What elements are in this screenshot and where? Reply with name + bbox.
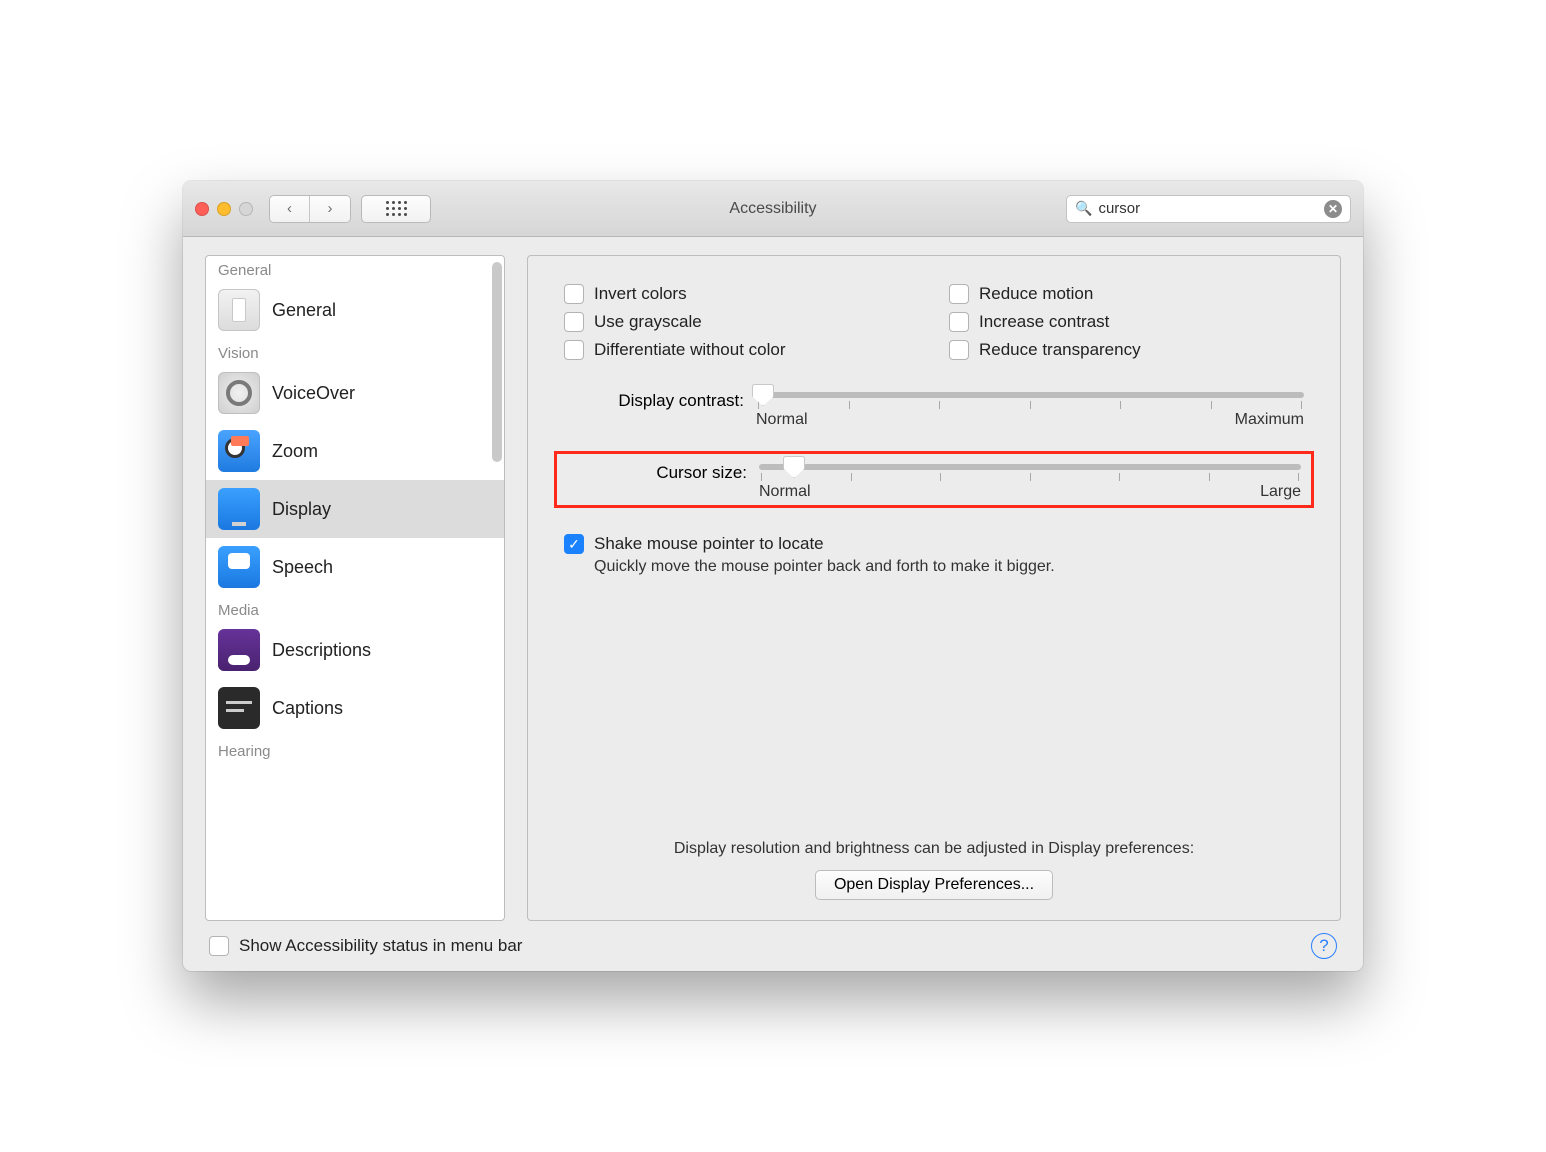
- sidebar-section-media: Media: [206, 596, 504, 621]
- footer: Show Accessibility status in menu bar ?: [205, 921, 1341, 959]
- search-icon: 🔍: [1075, 200, 1092, 217]
- checkbox-box: ✓: [564, 534, 584, 554]
- grid-icon: [386, 201, 407, 216]
- differentiate-color-checkbox[interactable]: Differentiate without color: [564, 340, 919, 360]
- voiceover-icon: [218, 372, 260, 414]
- captions-icon: [218, 687, 260, 729]
- checkbox-box: [949, 284, 969, 304]
- sidebar-item-label: General: [272, 300, 336, 321]
- cursor-size-highlight: Cursor size: Normal Large: [554, 451, 1314, 508]
- minimize-window-button[interactable]: [217, 202, 231, 216]
- slider-ticks: [759, 473, 1301, 481]
- nav-back-button[interactable]: ‹: [270, 196, 310, 222]
- invert-colors-checkbox[interactable]: Invert colors: [564, 284, 919, 304]
- accessibility-window: ‹ › Accessibility 🔍 ✕: [183, 181, 1363, 971]
- shake-pointer-checkbox[interactable]: ✓ Shake mouse pointer to locate: [564, 534, 1304, 554]
- panes: General General Vision VoiceOver Zo: [205, 255, 1341, 921]
- sidebar-item-captions[interactable]: Captions: [206, 679, 504, 737]
- chevron-left-icon: ‹: [287, 200, 292, 217]
- sidebar-item-voiceover[interactable]: VoiceOver: [206, 364, 504, 422]
- slider-legend: Normal Maximum: [756, 411, 1304, 429]
- sidebar: General General Vision VoiceOver Zo: [205, 255, 505, 921]
- display-options-grid: Invert colors Reduce motion Use grayscal…: [564, 284, 1304, 360]
- clear-search-button[interactable]: ✕: [1324, 200, 1342, 218]
- slider-max-label: Maximum: [1235, 411, 1304, 429]
- checkbox-box: [564, 284, 584, 304]
- checkbox-label: Reduce transparency: [979, 340, 1141, 360]
- slider-min-label: Normal: [759, 483, 811, 501]
- general-icon: [218, 289, 260, 331]
- sidebar-item-display[interactable]: Display: [206, 480, 504, 538]
- checkbox-label: Differentiate without color: [594, 340, 786, 360]
- titlebar: ‹ › Accessibility 🔍 ✕: [183, 181, 1363, 237]
- checkbox-label: Reduce motion: [979, 284, 1093, 304]
- sidebar-item-label: Descriptions: [272, 640, 371, 661]
- zoom-window-button: [239, 202, 253, 216]
- cursor-size-label: Cursor size:: [567, 460, 747, 483]
- slider-ticks: [756, 401, 1304, 409]
- sidebar-scroll[interactable]: General General Vision VoiceOver Zo: [206, 256, 504, 920]
- question-icon: ?: [1319, 936, 1328, 956]
- chevron-right-icon: ›: [328, 200, 333, 217]
- shake-pointer-description: Quickly move the mouse pointer back and …: [594, 558, 1304, 576]
- sidebar-section-hearing: Hearing: [206, 737, 504, 762]
- checkbox-box: [564, 312, 584, 332]
- show-status-menubar-checkbox[interactable]: Show Accessibility status in menu bar: [209, 936, 522, 956]
- descriptions-icon: [218, 629, 260, 671]
- display-contrast-label: Display contrast:: [564, 388, 744, 411]
- sidebar-item-general[interactable]: General: [206, 281, 504, 339]
- search-field[interactable]: 🔍 ✕: [1066, 195, 1351, 223]
- content-area: General General Vision VoiceOver Zo: [183, 237, 1363, 971]
- nav-back-forward: ‹ ›: [269, 195, 351, 223]
- checkbox-box: [949, 340, 969, 360]
- reduce-transparency-checkbox[interactable]: Reduce transparency: [949, 340, 1304, 360]
- traffic-lights: [195, 202, 253, 216]
- sidebar-item-label: Display: [272, 499, 331, 520]
- open-display-preferences-button[interactable]: Open Display Preferences...: [815, 870, 1053, 900]
- shake-pointer-row: ✓ Shake mouse pointer to locate Quickly …: [564, 534, 1304, 576]
- sidebar-item-descriptions[interactable]: Descriptions: [206, 621, 504, 679]
- checkbox-box: [949, 312, 969, 332]
- show-all-button[interactable]: [361, 195, 431, 223]
- slider-track: [759, 464, 1301, 470]
- reduce-motion-checkbox[interactable]: Reduce motion: [949, 284, 1304, 304]
- slider-max-label: Large: [1260, 483, 1301, 501]
- display-settings-panel: Invert colors Reduce motion Use grayscal…: [527, 255, 1341, 921]
- sidebar-item-speech[interactable]: Speech: [206, 538, 504, 596]
- display-contrast-row: Display contrast: Normal Maximum: [564, 388, 1304, 429]
- slider-legend: Normal Large: [759, 483, 1301, 501]
- sidebar-wrap: General General Vision VoiceOver Zo: [205, 255, 505, 921]
- checkbox-box: [209, 936, 229, 956]
- display-icon: [218, 488, 260, 530]
- sidebar-item-label: Captions: [272, 698, 343, 719]
- sidebar-item-label: Zoom: [272, 441, 318, 462]
- cursor-size-slider[interactable]: Normal Large: [759, 460, 1301, 501]
- cursor-size-row: Cursor size: Normal Large: [567, 460, 1301, 501]
- sidebar-item-label: VoiceOver: [272, 383, 355, 404]
- checkbox-box: [564, 340, 584, 360]
- display-preferences-note: Display resolution and brightness can be…: [564, 840, 1304, 858]
- sidebar-item-label: Speech: [272, 557, 333, 578]
- checkbox-label: Shake mouse pointer to locate: [594, 534, 824, 554]
- speech-icon: [218, 546, 260, 588]
- use-grayscale-checkbox[interactable]: Use grayscale: [564, 312, 919, 332]
- increase-contrast-checkbox[interactable]: Increase contrast: [949, 312, 1304, 332]
- checkbox-label: Use grayscale: [594, 312, 702, 332]
- sidebar-section-vision: Vision: [206, 339, 504, 364]
- checkbox-label: Increase contrast: [979, 312, 1109, 332]
- zoom-icon: [218, 430, 260, 472]
- checkbox-label: Show Accessibility status in menu bar: [239, 936, 522, 956]
- sidebar-scrollbar-thumb[interactable]: [492, 262, 502, 462]
- checkbox-label: Invert colors: [594, 284, 687, 304]
- search-input[interactable]: [1098, 200, 1318, 217]
- help-button[interactable]: ?: [1311, 933, 1337, 959]
- sidebar-item-zoom[interactable]: Zoom: [206, 422, 504, 480]
- slider-track: [756, 392, 1304, 398]
- close-window-button[interactable]: [195, 202, 209, 216]
- slider-min-label: Normal: [756, 411, 808, 429]
- nav-forward-button[interactable]: ›: [310, 196, 350, 222]
- x-icon: ✕: [1328, 202, 1338, 216]
- display-contrast-slider[interactable]: Normal Maximum: [756, 388, 1304, 429]
- sidebar-section-general: General: [206, 256, 504, 281]
